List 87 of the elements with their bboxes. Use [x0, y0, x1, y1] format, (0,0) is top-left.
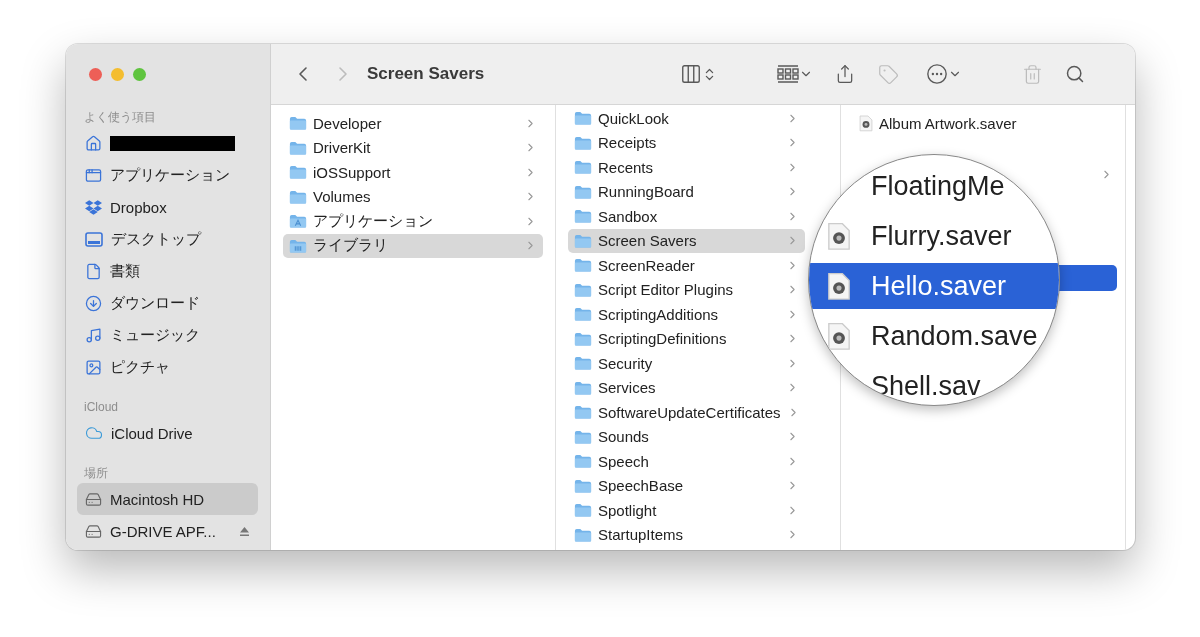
- folder-icon: [574, 527, 592, 542]
- folder-icon: [574, 160, 592, 175]
- folder-icon: [574, 503, 592, 518]
- file-row[interactable]: FloatingMe: [809, 163, 1059, 209]
- folder-icon: [289, 140, 307, 155]
- file-row[interactable]: Speech: [568, 449, 805, 474]
- folder-icon: [574, 307, 592, 322]
- folder-icon: [574, 111, 592, 126]
- file-row[interactable]: ScriptingDefinitions: [568, 326, 805, 351]
- sidebar-item[interactable]: アプリケーション: [77, 159, 258, 191]
- more-icon[interactable]: [926, 63, 949, 85]
- file-row[interactable]: ScriptingAdditions: [568, 302, 805, 327]
- box-icon: [85, 198, 102, 216]
- file-row[interactable]: SoftwareUpdateCertificates: [568, 400, 805, 425]
- folder-icon: [574, 331, 592, 346]
- file-row[interactable]: Screen Savers: [568, 228, 805, 253]
- file-row[interactable]: Hello.saver: [809, 263, 1059, 309]
- folder-icon: [574, 356, 592, 371]
- file-row[interactable]: Sounds: [568, 424, 805, 449]
- sidebar-item[interactable]: ミュージック: [77, 319, 258, 351]
- sidebar-item[interactable]: Dropbox: [77, 191, 258, 223]
- columns-icon[interactable]: [680, 63, 703, 85]
- close-button[interactable]: [89, 68, 102, 81]
- sidebar-item[interactable]: ピクチャ: [77, 351, 258, 383]
- window-title: Screen Savers: [367, 64, 485, 84]
- sidebar-item[interactable]: Macintosh HD: [77, 483, 258, 515]
- desktop-icon: [85, 231, 103, 247]
- folder-icon: [289, 238, 307, 253]
- file-row[interactable]: StartupItems: [568, 522, 805, 547]
- folder-icon: [289, 189, 307, 204]
- file-row[interactable]: Flurry.saver: [809, 213, 1059, 259]
- sidebar-item[interactable]: G-DRIVE APF...: [77, 515, 258, 547]
- sidebar-item[interactable]: デスクトップ: [77, 223, 258, 255]
- file-row[interactable]: Services: [568, 375, 805, 400]
- document-icon: [85, 262, 102, 280]
- file-row[interactable]: Sandbox: [568, 204, 805, 229]
- document-icon: [859, 114, 873, 132]
- file-row[interactable]: ライブラリ: [283, 233, 543, 258]
- document-icon: [827, 321, 851, 351]
- file-row[interactable]: ScreenReader: [568, 253, 805, 278]
- file-row[interactable]: アプリケーション: [283, 209, 543, 234]
- file-row[interactable]: iOSSupport: [283, 160, 543, 185]
- grid-icon[interactable]: [777, 65, 800, 83]
- folder-icon: [289, 116, 307, 131]
- download-icon: [85, 294, 102, 312]
- file-row[interactable]: Security: [568, 351, 805, 376]
- file-row[interactable]: DriverKit: [283, 135, 543, 160]
- music-icon: [85, 326, 102, 344]
- folder-icon: [574, 380, 592, 395]
- folder-icon: [574, 135, 592, 150]
- folder-icon: [289, 214, 307, 229]
- document-icon: [827, 271, 851, 301]
- cloud-icon: [85, 424, 103, 442]
- folder-icon: [574, 429, 592, 444]
- file-row[interactable]: Receipts: [568, 130, 805, 155]
- sidebar-section-header: iCloud: [83, 399, 120, 416]
- sidebar-section-header: よく使う項目: [83, 109, 157, 126]
- file-row[interactable]: RunningBoard: [568, 179, 805, 204]
- sidebar-item[interactable]: iCloud Drive: [77, 417, 258, 449]
- file-row[interactable]: Developer: [283, 111, 543, 136]
- folder-icon: [289, 165, 307, 180]
- folder-icon: [574, 454, 592, 469]
- folder-icon: [574, 405, 592, 420]
- file-row[interactable]: SpeechBase: [568, 473, 805, 498]
- file-row[interactable]: Recents: [568, 155, 805, 180]
- file-row[interactable]: Volumes: [283, 184, 543, 209]
- sidebar-item[interactable]: ダウンロード: [77, 287, 258, 319]
- sidebar-item[interactable]: 書類: [77, 255, 258, 287]
- home-icon: [85, 134, 102, 152]
- app-icon: [85, 166, 102, 184]
- file-row[interactable]: Album Artwork.saver: [853, 111, 1113, 136]
- file-row[interactable]: Random.save: [809, 313, 1059, 359]
- search-icon[interactable]: [1065, 64, 1086, 84]
- document-icon: [827, 221, 851, 251]
- file-row[interactable]: QuickLook: [568, 106, 805, 131]
- sidebar-section-header: 場所: [83, 465, 109, 482]
- folder-icon: [574, 282, 592, 297]
- file-row[interactable]: Script Editor Plugins: [568, 277, 805, 302]
- file-row[interactable]: Spotlight: [568, 498, 805, 523]
- image-icon: [85, 358, 102, 376]
- folder-icon: [574, 478, 592, 493]
- folder-icon: [574, 209, 592, 224]
- folder-icon: [574, 184, 592, 199]
- folder-icon: [574, 258, 592, 273]
- eject-icon[interactable]: [239, 525, 250, 537]
- folder-icon: [574, 233, 592, 248]
- file-row[interactable]: Shell.sav: [809, 363, 1059, 405]
